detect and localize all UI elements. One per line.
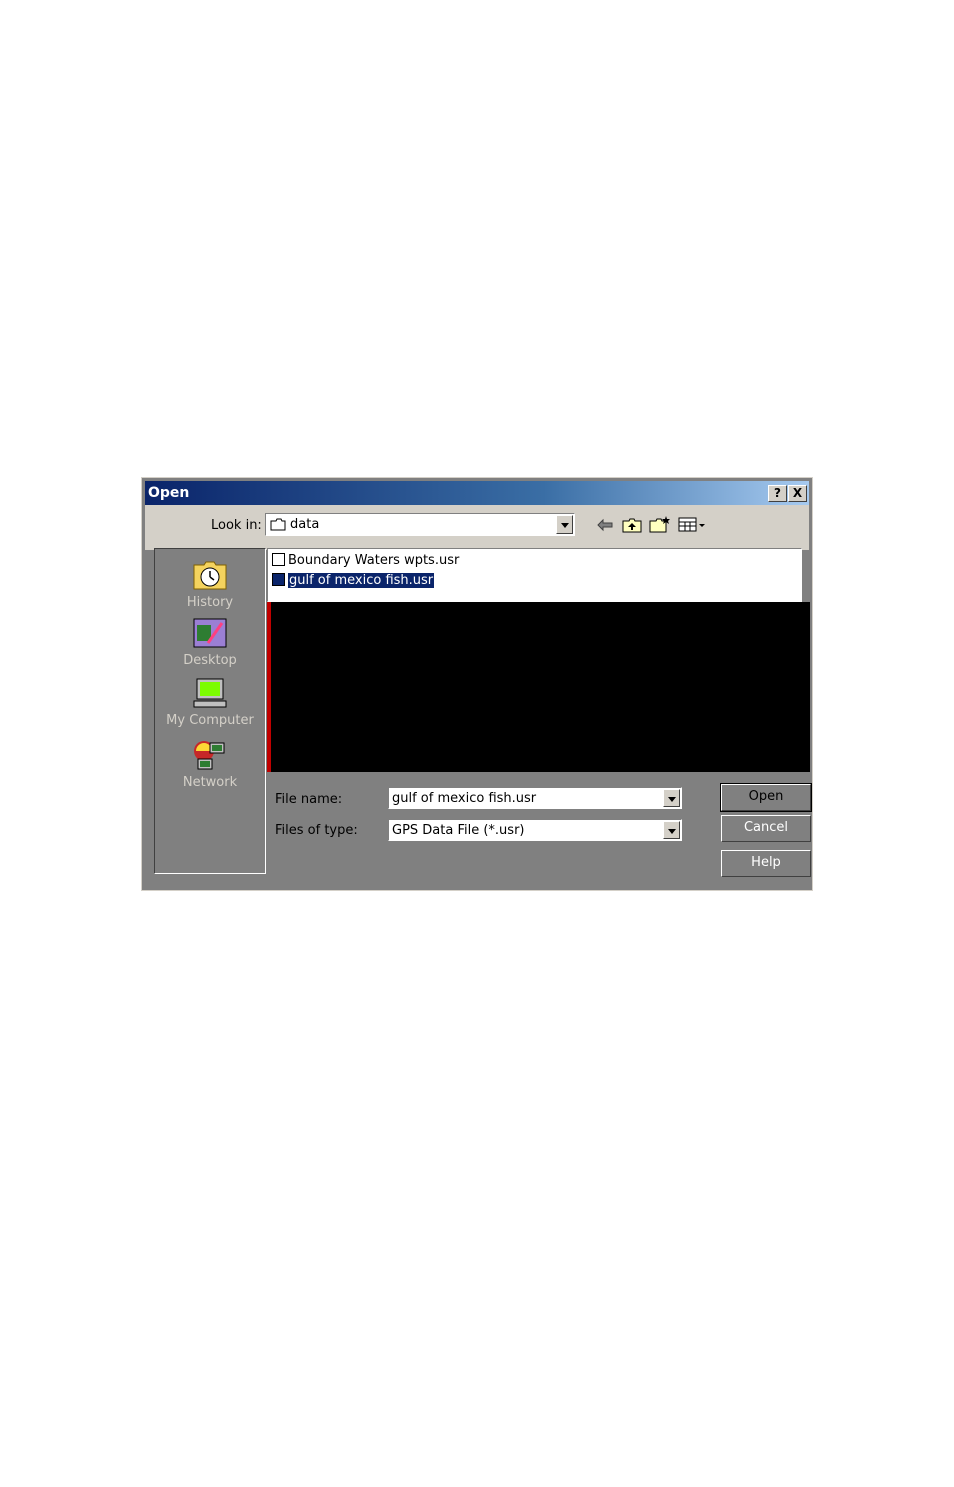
desktop-icon [193, 618, 227, 648]
up-folder-icon[interactable] [622, 517, 642, 533]
file-name-dropdown-button[interactable] [663, 789, 680, 807]
title-bar[interactable]: Open ? X [145, 481, 809, 505]
file-name-field[interactable]: gulf of mexico fish.usr [388, 787, 682, 809]
new-folder-icon[interactable] [649, 515, 671, 533]
list-item[interactable]: gulf of mexico fish.usr [272, 573, 435, 588]
back-icon[interactable] [597, 518, 613, 532]
list-item[interactable]: Boundary Waters wpts.usr [272, 553, 459, 568]
place-desktop-label: Desktop [183, 653, 237, 668]
look-in-label: Look in: [211, 518, 262, 533]
file-name-value: gulf of mexico fish.usr [392, 791, 537, 806]
dialog-footer: File name: gulf of mexico fish.usr Files… [267, 772, 812, 890]
help-button[interactable]: Help [721, 850, 811, 877]
place-network-label: Network [182, 775, 238, 790]
file-type-label: Files of type: [275, 823, 358, 838]
look-in-dropdown-button[interactable] [556, 515, 573, 534]
file-name-label: File name: [275, 792, 343, 807]
close-title-button[interactable]: X [788, 485, 807, 502]
place-my-computer[interactable]: My Computer [155, 677, 265, 728]
open-dialog: Open ? X Look in: data History Desktop M… [141, 477, 813, 891]
place-history[interactable]: History [155, 559, 265, 610]
open-button[interactable]: Open [720, 783, 812, 812]
cancel-button[interactable]: Cancel [721, 815, 811, 842]
computer-icon [193, 678, 227, 708]
look-in-combo[interactable]: data [265, 513, 575, 536]
look-in-value: data [290, 517, 320, 532]
place-my-computer-label: My Computer [166, 713, 254, 728]
dialog-title: Open [148, 485, 190, 501]
view-menu-icon[interactable] [678, 517, 708, 533]
file-icon [272, 573, 285, 586]
file-type-dropdown-button[interactable] [663, 821, 680, 839]
toolbar: Look in: data [145, 505, 809, 550]
places-bar: History Desktop My Computer Network [154, 548, 266, 874]
help-title-button[interactable]: ? [768, 485, 787, 502]
network-icon [194, 741, 225, 770]
folder-icon [270, 518, 286, 531]
place-network[interactable]: Network [155, 739, 265, 790]
file-type-value: GPS Data File (*.usr) [392, 823, 525, 838]
file-icon [272, 553, 285, 566]
history-icon [193, 561, 227, 590]
file-type-select[interactable]: GPS Data File (*.usr) [388, 819, 682, 841]
place-desktop[interactable]: Desktop [155, 617, 265, 668]
file-list[interactable]: Boundary Waters wpts.usr gulf of mexico … [267, 548, 802, 602]
place-history-label: History [186, 595, 234, 610]
file-list-overflow-area [267, 602, 810, 772]
